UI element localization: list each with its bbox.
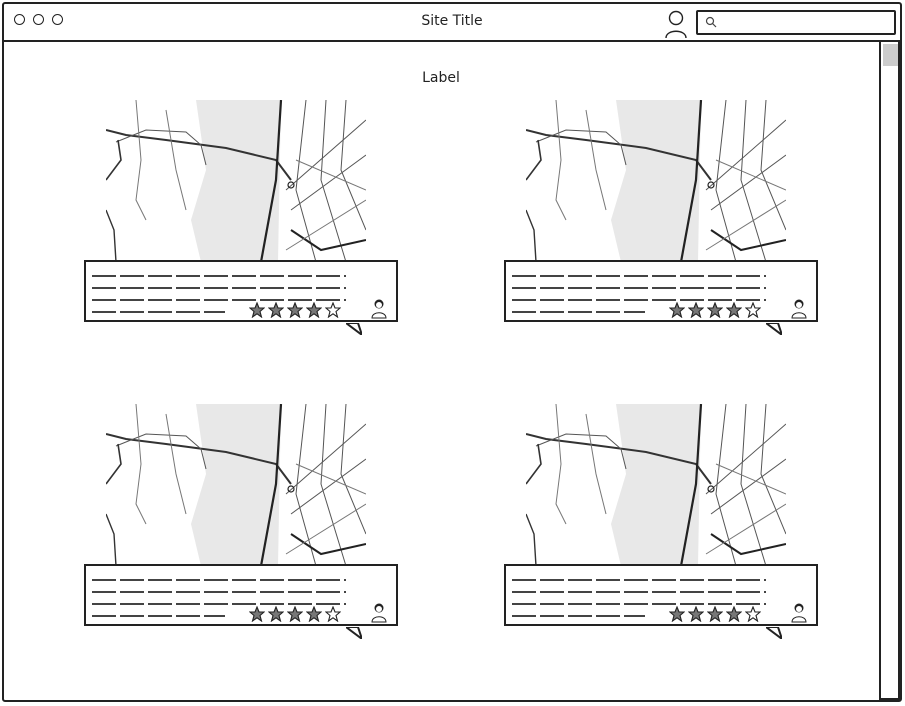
text-line (92, 615, 225, 617)
star-icon[interactable] (267, 605, 285, 623)
text-line (92, 603, 347, 605)
search-box[interactable] (696, 10, 896, 35)
bubble-tail (763, 624, 784, 642)
scrollbar-thumb[interactable] (883, 44, 898, 66)
review-card (504, 404, 834, 644)
person-icon (790, 297, 808, 319)
search-input[interactable] (720, 14, 894, 33)
star-icon[interactable] (706, 605, 724, 623)
star-rating[interactable] (668, 301, 762, 319)
bubble-tail (343, 624, 364, 642)
star-icon[interactable] (267, 301, 285, 319)
search-icon (705, 16, 717, 28)
star-icon[interactable] (668, 301, 686, 319)
star-icon[interactable] (248, 301, 266, 319)
text-line (92, 311, 225, 313)
text-line (512, 311, 645, 313)
star-rating[interactable] (248, 301, 342, 319)
star-icon[interactable] (744, 605, 762, 623)
star-icon[interactable] (305, 605, 323, 623)
map-image[interactable] (106, 404, 366, 566)
text-line (512, 615, 645, 617)
review-bubble (504, 564, 818, 626)
star-icon[interactable] (248, 605, 266, 623)
map-image[interactable] (526, 404, 786, 566)
text-line (92, 287, 347, 289)
star-icon[interactable] (687, 301, 705, 319)
star-icon[interactable] (305, 301, 323, 319)
text-line (92, 275, 347, 277)
review-bubble (504, 260, 818, 322)
review-card (84, 100, 414, 340)
text-line (92, 579, 347, 581)
review-card (504, 100, 834, 340)
star-icon[interactable] (706, 301, 724, 319)
star-icon[interactable] (324, 301, 342, 319)
star-icon[interactable] (744, 301, 762, 319)
star-rating[interactable] (668, 605, 762, 623)
bubble-tail (343, 320, 364, 338)
text-line (512, 275, 767, 277)
review-bubble (84, 564, 398, 626)
person-icon (790, 601, 808, 623)
star-icon[interactable] (725, 605, 743, 623)
star-rating[interactable] (248, 605, 342, 623)
star-icon[interactable] (324, 605, 342, 623)
text-line (512, 299, 767, 301)
text-line (512, 591, 767, 593)
person-icon (370, 297, 388, 319)
user-icon[interactable] (664, 9, 688, 39)
map-image[interactable] (526, 100, 786, 262)
text-line (512, 603, 767, 605)
vertical-scrollbar[interactable] (879, 42, 900, 700)
text-line (512, 287, 767, 289)
text-line (92, 591, 347, 593)
map-image[interactable] (106, 100, 366, 262)
review-bubble (84, 260, 398, 322)
star-icon[interactable] (668, 605, 686, 623)
review-card (84, 404, 414, 644)
star-icon[interactable] (286, 301, 304, 319)
text-line (92, 299, 347, 301)
content-label: Label (422, 70, 460, 86)
star-icon[interactable] (687, 605, 705, 623)
browser-window: Site Title Label (2, 2, 902, 702)
title-bar: Site Title (4, 4, 900, 42)
star-icon[interactable] (725, 301, 743, 319)
text-line (512, 579, 767, 581)
person-icon (370, 601, 388, 623)
bubble-tail (763, 320, 784, 338)
star-icon[interactable] (286, 605, 304, 623)
